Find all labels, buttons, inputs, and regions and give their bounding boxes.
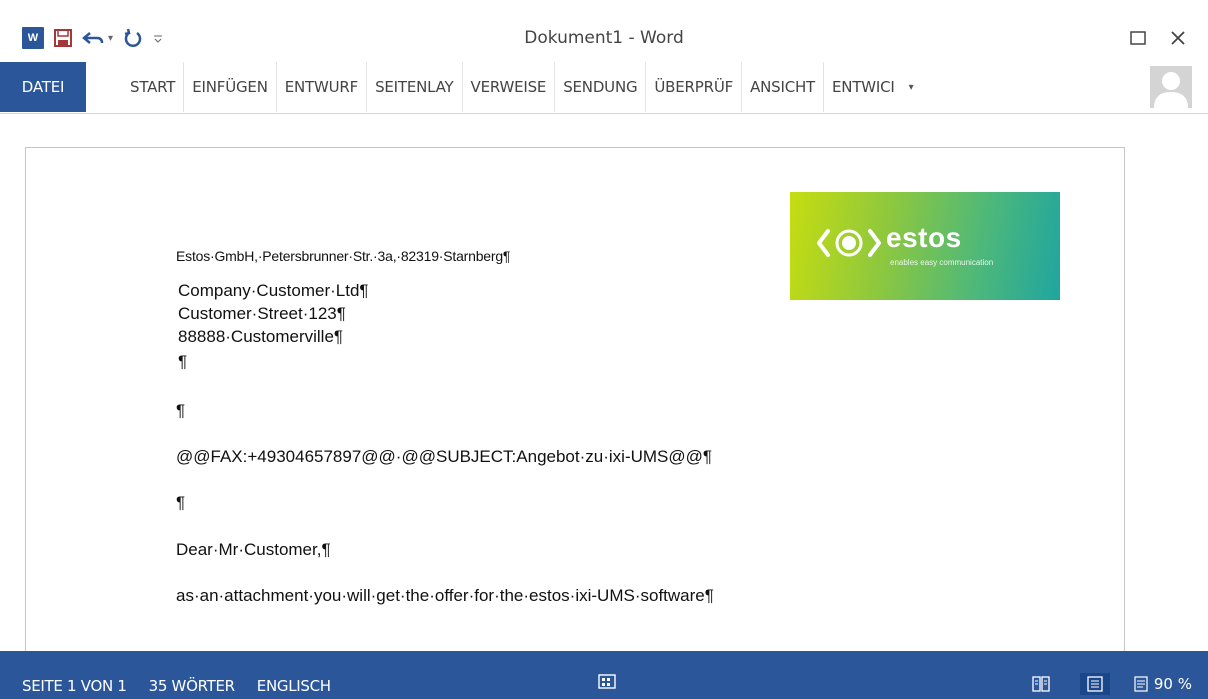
paragraph: ¶ [176, 493, 186, 512]
estos-tagline: enables easy communication [890, 258, 994, 267]
tab-seitenlayout[interactable]: SEITENLAY [367, 62, 463, 112]
document-page[interactable]: Estos·GmbH,·Petersbrunner·Str.·3a,·82319… [25, 147, 1125, 667]
salutation-line: Dear·Mr·Customer,¶ [176, 540, 331, 559]
tab-start[interactable]: START [122, 62, 185, 112]
ribbon-tabs-overflow-icon[interactable]: ▾ [903, 62, 920, 112]
read-mode-button[interactable] [1026, 673, 1056, 695]
undo-dropdown-icon[interactable]: ▾ [108, 33, 113, 44]
undo-icon [82, 32, 104, 44]
read-mode-icon [1032, 676, 1050, 692]
tab-sendungen[interactable]: SENDUNG [555, 62, 647, 112]
body-line: as·an·attachment·you·will·get·the·offer·… [176, 586, 714, 605]
sender-line: Estos·GmbH,·Petersbrunner·Str.·3a,·82319… [176, 248, 511, 264]
word-icon: W [22, 27, 44, 49]
tab-datei[interactable]: DATEI [0, 62, 86, 112]
ribbon-tabs: DATEI START EINFÜGEN ENTWURF SEITENLAY V… [0, 62, 920, 112]
address-line: Customer·Street·123¶ [178, 304, 346, 323]
estos-logo: estos enables easy communication [790, 192, 1060, 300]
paragraph: ¶ [176, 401, 186, 420]
title-bar: W ▾ Dokument1 - Word [0, 0, 1208, 62]
page-count[interactable]: SEITE 1 VON 1 [0, 677, 127, 695]
macro-record-icon [598, 674, 616, 689]
maximize-button[interactable] [1118, 22, 1158, 54]
tab-einfuegen[interactable]: EINFÜGEN [184, 62, 277, 112]
address-line: 88888·Customerville¶ [178, 327, 344, 346]
status-left: SEITE 1 VON 1 35 WÖRTER ENGLISCH [0, 651, 331, 699]
fax-subject-line: @@FAX:+49304657897@@·@@SUBJECT:Angebot·z… [176, 447, 713, 466]
print-layout-button[interactable] [1079, 673, 1110, 695]
zoom-control[interactable]: 90 % [1134, 675, 1192, 693]
address-line: ¶ [178, 352, 188, 371]
estos-logo-mark-icon [817, 229, 881, 257]
word-app-button[interactable]: W [22, 22, 44, 54]
language-indicator[interactable]: ENGLISCH [235, 677, 331, 695]
save-icon [54, 29, 72, 47]
view-controls: 90 % [1002, 673, 1192, 695]
window-title: Dokument1 - Word [524, 28, 684, 48]
document-area: Estos·GmbH,·Petersbrunner·Str.·3a,·82319… [0, 114, 1208, 667]
macro-recording-button[interactable] [598, 672, 616, 695]
user-avatar[interactable] [1150, 66, 1192, 108]
close-button[interactable] [1158, 22, 1198, 54]
customize-icon [154, 35, 163, 43]
word-count[interactable]: 35 WÖRTER [127, 677, 235, 695]
web-layout-icon [1134, 676, 1148, 692]
close-icon [1171, 31, 1185, 45]
estos-wordmark: estos [886, 222, 962, 253]
customize-qat-button[interactable] [153, 22, 163, 54]
ribbon: DATEI START EINFÜGEN ENTWURF SEITENLAY V… [0, 62, 1208, 114]
redo-button[interactable] [123, 22, 143, 54]
tab-entwicklertools[interactable]: ENTWICI [824, 62, 903, 112]
undo-button[interactable]: ▾ [82, 22, 113, 54]
user-icon [1150, 66, 1192, 108]
tab-ueberpruefen[interactable]: ÜBERPRÜF [646, 62, 743, 112]
zoom-level[interactable]: 90 % [1154, 675, 1192, 693]
quick-access-toolbar: W ▾ [22, 22, 173, 54]
status-bar: SEITE 1 VON 1 35 WÖRTER ENGLISCH 90 % [0, 651, 1208, 699]
redo-icon [124, 28, 142, 47]
tab-entwurf[interactable]: ENTWURF [277, 62, 368, 112]
tab-ansicht[interactable]: ANSICHT [742, 62, 825, 112]
save-button[interactable] [54, 22, 72, 54]
print-layout-icon [1087, 676, 1103, 692]
tab-verweise[interactable]: VERWEISE [463, 62, 556, 112]
address-line: Company·Customer·Ltd¶ [178, 281, 369, 300]
window-controls [1118, 22, 1198, 54]
maximize-icon [1130, 31, 1146, 45]
